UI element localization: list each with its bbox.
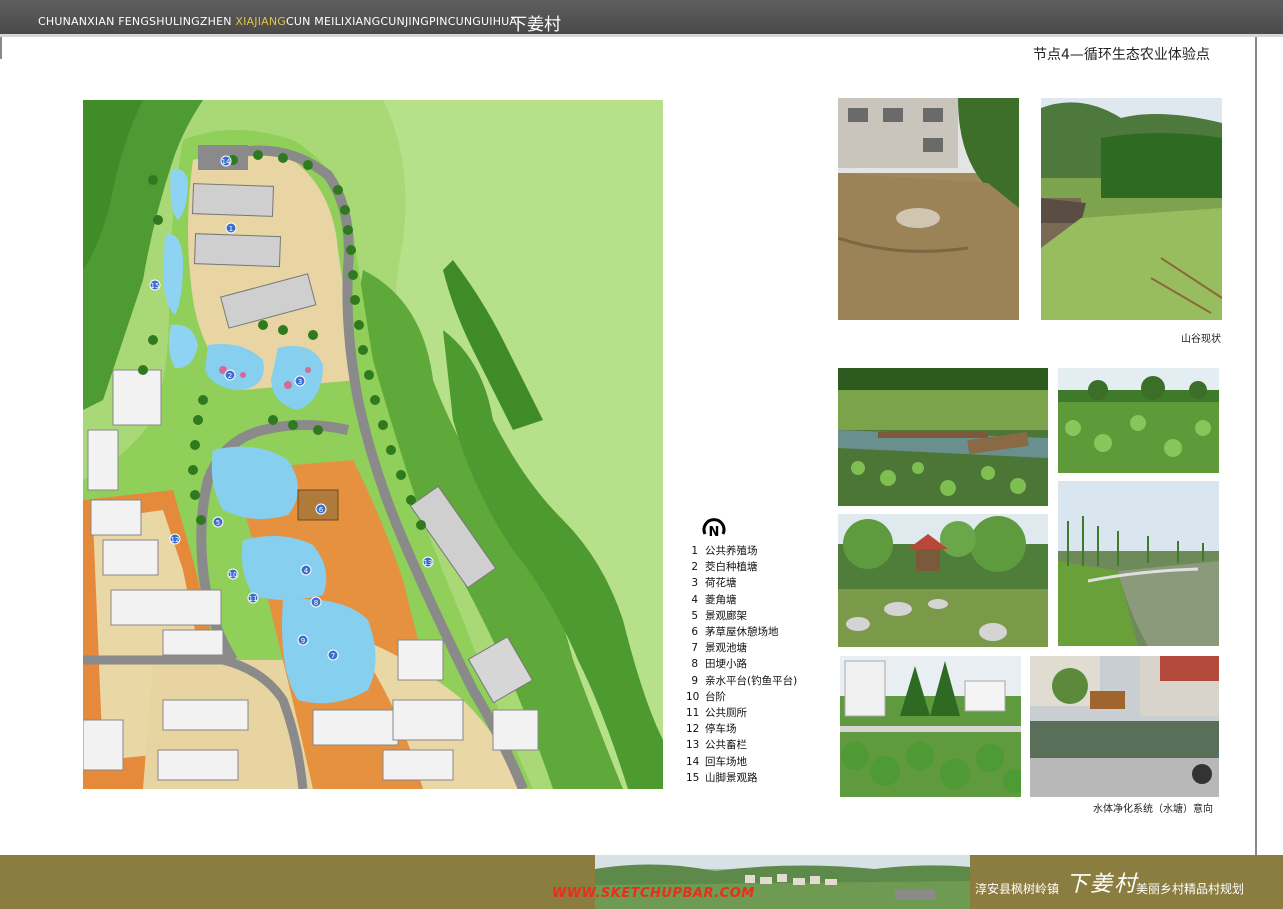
legend-item: 8 田埂小路: [691, 658, 747, 671]
plan-number-label: 9: [301, 637, 305, 645]
legend-item: 14 回车场地: [686, 755, 747, 768]
plan-number-label: 12: [171, 536, 180, 544]
plan-number-label: 6: [319, 506, 324, 514]
plan-number-label: 2: [228, 372, 232, 380]
plan-number-label: 7: [331, 652, 335, 660]
legend-item: 4 菱角塘: [691, 593, 737, 606]
photo-water-1: [838, 368, 1048, 506]
plan-number-label: 4: [304, 567, 309, 575]
footer-plan-name: 美丽乡村精品村规划: [1136, 882, 1245, 896]
site-plan-drawing: 123456789101112131415: [83, 100, 663, 789]
legend-item: 12 停车场: [686, 723, 737, 736]
photo-water-4: [838, 514, 1048, 647]
legend-item: 5 景观廊架: [691, 609, 747, 622]
legend-item: 15 山脚景观路: [686, 771, 758, 784]
plan-number-label: 1: [229, 225, 233, 233]
photo-water-3: [1058, 481, 1219, 646]
photo-valley-2: [1041, 98, 1222, 320]
watermark-link[interactable]: WWW.SKETCHUPBAR.COM: [552, 886, 755, 901]
legend-item: 7 景观池塘: [691, 642, 747, 655]
legend-item: 1 公共养殖场: [691, 545, 758, 557]
legend-item: 13 公共畜栏: [686, 739, 747, 752]
photo-water-5: [840, 656, 1021, 797]
north-arrow: N: [697, 512, 731, 542]
frame-line-left: [0, 37, 2, 59]
plan-number-label: 8: [314, 599, 318, 607]
plan-number-label: 10: [229, 571, 238, 579]
footer-script-title: 下姜村: [1066, 872, 1139, 897]
legend-item: 11 公共厕所: [686, 707, 747, 720]
plan-number-label: 11: [249, 595, 258, 603]
plan-number-label: 15: [151, 282, 160, 290]
footer-county: 淳安县枫树岭镇: [975, 882, 1060, 896]
pinyin-highlight: XIAJIANG: [235, 15, 287, 28]
pinyin-title: CHUNANXIAN FENGSHULINGZHEN XIAJIANGCUN M…: [38, 15, 518, 28]
frame-line-right: [1255, 37, 1257, 855]
caption-water: 水体净化系统（水塘）意向: [1093, 804, 1213, 815]
village-title: 下姜村: [510, 15, 561, 35]
north-label: N: [709, 525, 720, 538]
top-bar: CHUNANXIAN FENGSHULINGZHEN XIAJIANGCUN M…: [0, 0, 1283, 37]
plan-number-label: 3: [298, 378, 302, 386]
legend-item: 6 茅草屋休憩场地: [691, 626, 779, 639]
legend-item: 9 亲水平台(钓鱼平台): [691, 674, 798, 687]
plan-number-label: 14: [222, 158, 231, 166]
plan-number-label: 13: [424, 559, 433, 567]
site-plan: 1 2 3 4 5 6 7 8 9 10 11 12 13 14 15: [83, 100, 663, 789]
legend-item: 3 荷花塘: [691, 577, 737, 590]
plan-number-label: 5: [216, 519, 220, 527]
caption-valley: 山谷现状: [1181, 334, 1221, 345]
legend-item: 2 茭白种植塘: [691, 561, 758, 574]
photo-water-6: [1030, 656, 1219, 797]
photo-valley-1: [838, 98, 1019, 320]
legend: 1 公共养殖场 2 茭白种植塘 3 荷花塘 4 菱角塘 5 景观廊架 6 茅草屋休憩场地 7…: [686, 543, 797, 786]
legend-item: 10 台阶: [686, 690, 726, 703]
node-title: 节点4—循环生态农业体验点: [1033, 47, 1210, 63]
photo-water-2: [1058, 368, 1219, 473]
